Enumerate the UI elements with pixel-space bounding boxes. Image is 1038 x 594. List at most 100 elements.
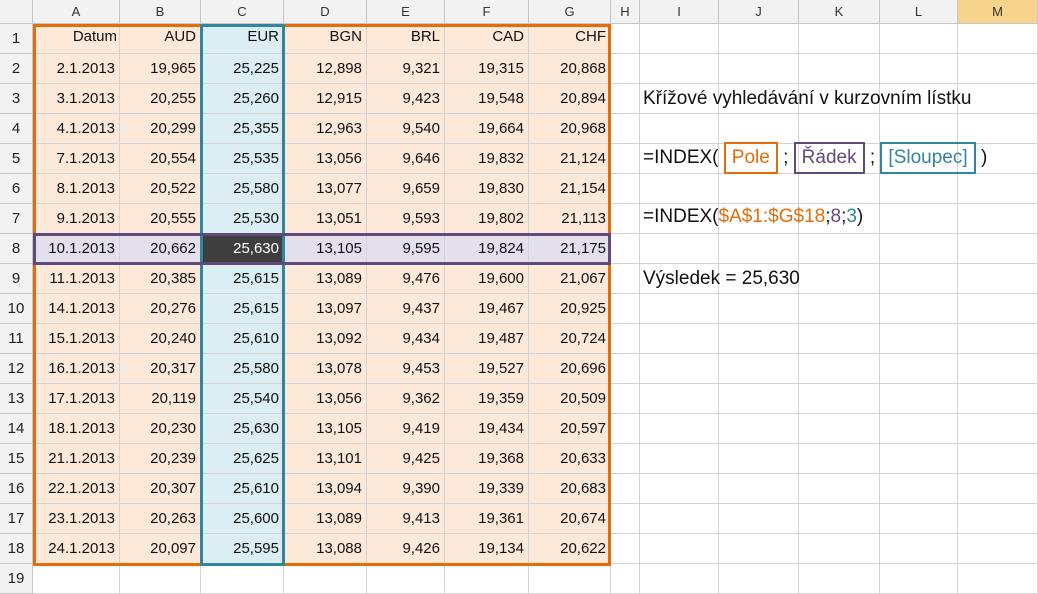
row-header-12[interactable]: 12: [0, 354, 33, 384]
cell-m10[interactable]: [958, 294, 1038, 324]
cell-d3[interactable]: 12,915: [284, 84, 367, 114]
cell-c4[interactable]: 25,355: [201, 114, 284, 144]
row-header-5[interactable]: 5: [0, 144, 33, 174]
cell-f2[interactable]: 19,315: [445, 54, 529, 84]
column-header-e[interactable]: E: [367, 0, 445, 24]
cell-b8[interactable]: 20,662: [120, 234, 201, 264]
cell-f11[interactable]: 19,487: [445, 324, 529, 354]
cell-h1[interactable]: [611, 24, 640, 54]
cell-m9[interactable]: [958, 264, 1038, 294]
cell-a5[interactable]: 7.1.2013: [33, 144, 120, 174]
cell-c14[interactable]: 25,630: [201, 414, 284, 444]
cell-k12[interactable]: [799, 354, 880, 384]
cell-c16[interactable]: 25,610: [201, 474, 284, 504]
cell-e17[interactable]: 9,413: [367, 504, 445, 534]
cell-c8[interactable]: 25,630: [201, 234, 284, 264]
cell-b19[interactable]: [120, 564, 201, 594]
row-header-4[interactable]: 4: [0, 114, 33, 144]
cell-d4[interactable]: 12,963: [284, 114, 367, 144]
cell-e13[interactable]: 9,362: [367, 384, 445, 414]
column-header-m[interactable]: M: [958, 0, 1038, 24]
cell-k1[interactable]: [799, 24, 880, 54]
cell-b14[interactable]: 20,230: [120, 414, 201, 444]
cell-e18[interactable]: 9,426: [367, 534, 445, 564]
header-cell-g1[interactable]: CHF: [529, 24, 611, 54]
cell-i8[interactable]: [640, 234, 719, 264]
cell-c18[interactable]: 25,595: [201, 534, 284, 564]
cell-c19[interactable]: [201, 564, 284, 594]
row-header-2[interactable]: 2: [0, 54, 33, 84]
cell-j1[interactable]: [719, 24, 799, 54]
cell-f18[interactable]: 19,134: [445, 534, 529, 564]
cell-i16[interactable]: [640, 474, 719, 504]
row-header-3[interactable]: 3: [0, 84, 33, 114]
row-header-15[interactable]: 15: [0, 444, 33, 474]
cell-d6[interactable]: 13,077: [284, 174, 367, 204]
cell-k4[interactable]: [799, 114, 880, 144]
cell-c15[interactable]: 25,625: [201, 444, 284, 474]
cell-a7[interactable]: 9.1.2013: [33, 204, 120, 234]
cell-f9[interactable]: 19,600: [445, 264, 529, 294]
cell-h13[interactable]: [611, 384, 640, 414]
cell-h4[interactable]: [611, 114, 640, 144]
cell-j11[interactable]: [719, 324, 799, 354]
cell-l15[interactable]: [880, 444, 958, 474]
cell-a9[interactable]: 11.1.2013: [33, 264, 120, 294]
header-cell-b1[interactable]: AUD: [120, 24, 201, 54]
cell-l4[interactable]: [880, 114, 958, 144]
cell-f8[interactable]: 19,824: [445, 234, 529, 264]
cell-i19[interactable]: [640, 564, 719, 594]
cell-m19[interactable]: [958, 564, 1038, 594]
cell-g11[interactable]: 20,724: [529, 324, 611, 354]
cell-j14[interactable]: [719, 414, 799, 444]
cell-f6[interactable]: 19,830: [445, 174, 529, 204]
cell-m2[interactable]: [958, 54, 1038, 84]
cell-j10[interactable]: [719, 294, 799, 324]
cell-c5[interactable]: 25,535: [201, 144, 284, 174]
cell-g19[interactable]: [529, 564, 611, 594]
cell-j2[interactable]: [719, 54, 799, 84]
cell-g2[interactable]: 20,868: [529, 54, 611, 84]
row-header-17[interactable]: 17: [0, 504, 33, 534]
cell-h8[interactable]: [611, 234, 640, 264]
cell-e19[interactable]: [367, 564, 445, 594]
column-header-b[interactable]: B: [120, 0, 201, 24]
cell-c12[interactable]: 25,580: [201, 354, 284, 384]
cell-g10[interactable]: 20,925: [529, 294, 611, 324]
row-header-1[interactable]: 1: [0, 24, 33, 54]
cell-g13[interactable]: 20,509: [529, 384, 611, 414]
cell-k10[interactable]: [799, 294, 880, 324]
cell-k16[interactable]: [799, 474, 880, 504]
cell-d5[interactable]: 13,056: [284, 144, 367, 174]
cell-b9[interactable]: 20,385: [120, 264, 201, 294]
cell-m16[interactable]: [958, 474, 1038, 504]
cell-m4[interactable]: [958, 114, 1038, 144]
cell-c11[interactable]: 25,610: [201, 324, 284, 354]
cell-c17[interactable]: 25,600: [201, 504, 284, 534]
cell-h14[interactable]: [611, 414, 640, 444]
cell-i6[interactable]: [640, 174, 719, 204]
cell-b10[interactable]: 20,276: [120, 294, 201, 324]
cell-e7[interactable]: 9,593: [367, 204, 445, 234]
cell-d8[interactable]: 13,105: [284, 234, 367, 264]
cell-d9[interactable]: 13,089: [284, 264, 367, 294]
column-header-j[interactable]: J: [719, 0, 799, 24]
cell-d7[interactable]: 13,051: [284, 204, 367, 234]
cell-h9[interactable]: [611, 264, 640, 294]
row-header-19[interactable]: 19: [0, 564, 33, 594]
cell-m8[interactable]: [958, 234, 1038, 264]
cell-h10[interactable]: [611, 294, 640, 324]
column-header-k[interactable]: K: [799, 0, 880, 24]
column-header-c[interactable]: C: [201, 0, 284, 24]
cell-j17[interactable]: [719, 504, 799, 534]
cell-f13[interactable]: 19,359: [445, 384, 529, 414]
cell-e11[interactable]: 9,434: [367, 324, 445, 354]
cell-a4[interactable]: 4.1.2013: [33, 114, 120, 144]
cell-e16[interactable]: 9,390: [367, 474, 445, 504]
cell-e15[interactable]: 9,425: [367, 444, 445, 474]
row-header-6[interactable]: 6: [0, 174, 33, 204]
cell-m15[interactable]: [958, 444, 1038, 474]
cell-b5[interactable]: 20,554: [120, 144, 201, 174]
cell-d17[interactable]: 13,089: [284, 504, 367, 534]
cell-e4[interactable]: 9,540: [367, 114, 445, 144]
